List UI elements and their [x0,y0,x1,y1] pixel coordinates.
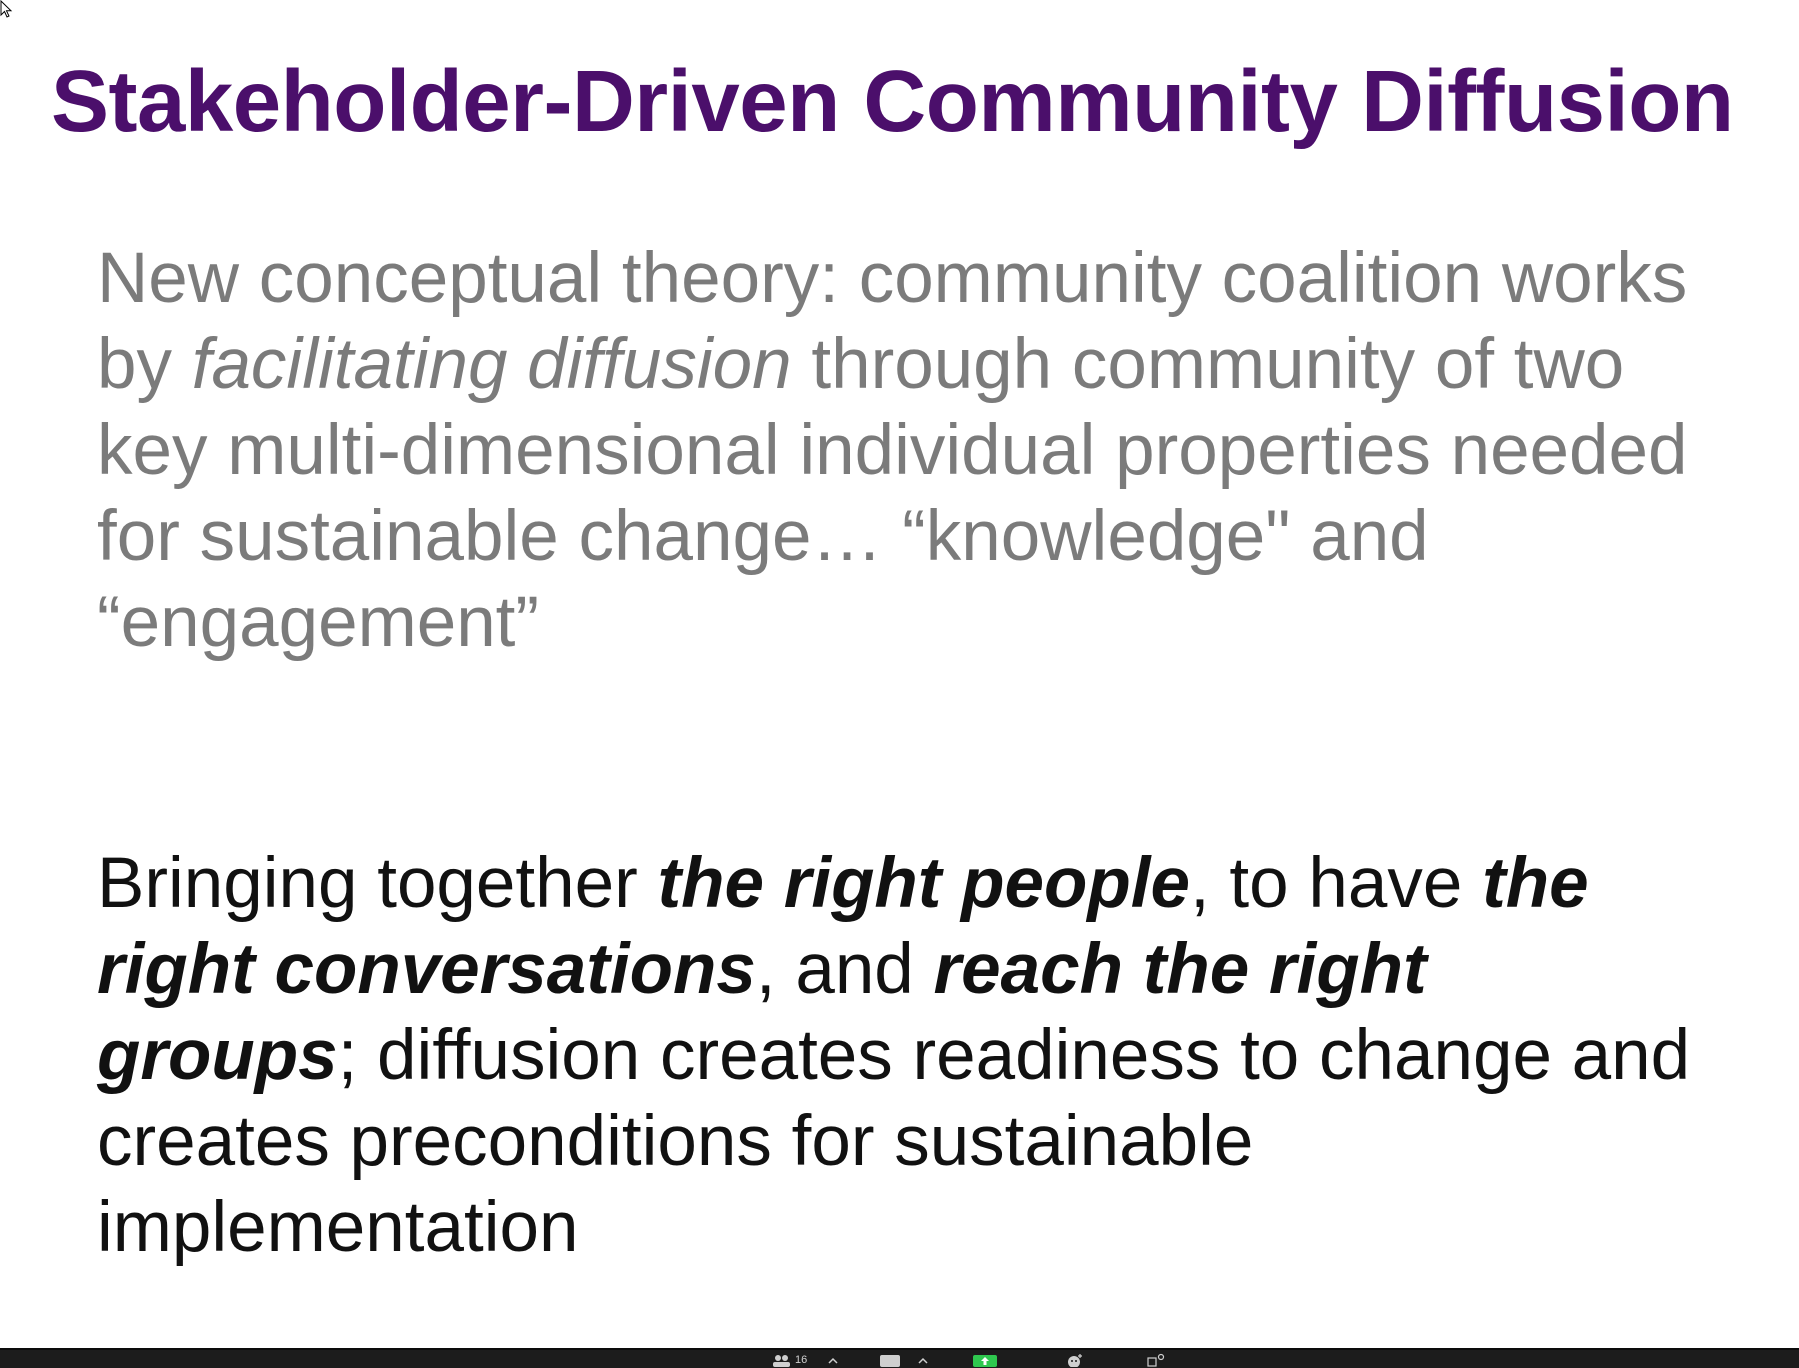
theory-line-4: for sustainable change… “knowledge" and [97,497,1429,576]
summary-bold: reach the right [933,930,1427,1009]
theory-line-1: New conceptual theory: community coaliti… [97,239,1688,318]
chevron-up-icon [918,1357,928,1364]
reactions-button[interactable] [1065,1352,1085,1368]
chat-button[interactable] [880,1352,900,1368]
summary-paragraph: Bringing together the right people, to h… [97,841,1747,1271]
theory-line-3: key multi-dimensional individual propert… [97,411,1688,490]
chevron-up-icon [828,1357,838,1364]
summary-text: Bringing together [97,844,658,923]
slide-title: Stakeholder-Driven Community Diffusion [51,53,1734,150]
apps-icon [1147,1353,1165,1367]
share-screen-button[interactable] [973,1352,997,1368]
summary-text: , and [755,930,934,1009]
summary-bold: the [1482,844,1589,923]
theory-emphasis: facilitating diffusion [191,325,792,404]
summary-bold: groups [97,1016,338,1095]
summary-text: , to have [1189,844,1483,923]
theory-line-5: “engagement” [97,583,540,662]
theory-paragraph: New conceptual theory: community coaliti… [97,236,1747,666]
participants-menu-button[interactable] [828,1352,838,1368]
apps-button[interactable] [1147,1352,1165,1368]
participants-button[interactable]: 16 [772,1352,807,1368]
summary-text: ; diffusion creates readiness to change … [337,1016,1691,1095]
summary-text: implementation [97,1188,579,1267]
reactions-icon [1068,1354,1082,1367]
mouse-pointer-icon [0,0,13,18]
participants-count: 16 [795,1354,808,1366]
meeting-toolbar: 16 [0,1348,1799,1368]
participants-icon [773,1355,790,1367]
share-screen-icon [973,1355,997,1367]
chat-icon [880,1355,900,1367]
summary-text: creates preconditions for sustainable [97,1102,1254,1181]
screen: Stakeholder-Driven Community Diffusion N… [0,0,1799,1368]
theory-line-2-suffix: through community of two [791,325,1625,404]
chat-menu-button[interactable] [918,1352,928,1368]
summary-bold: right conversations [97,930,756,1009]
summary-bold: the right people [657,844,1190,923]
theory-line-2-prefix: by [97,325,192,404]
